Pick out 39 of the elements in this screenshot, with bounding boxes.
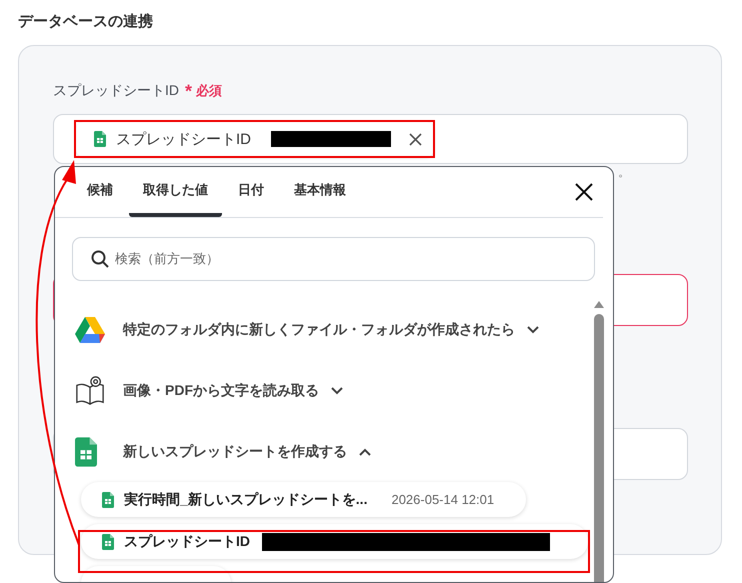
group-title: 新しいスプレッドシートを作成する (123, 442, 347, 460)
required-label: 必須 (196, 82, 222, 100)
tab[interactable]: 基本情報 (280, 167, 360, 217)
group-header[interactable]: 特定のフォルダ内に新しくファイル・フォルダが作成されたら (55, 299, 593, 360)
close-icon[interactable] (409, 132, 422, 146)
scroll-up-icon[interactable] (594, 301, 604, 308)
chevron-up-icon[interactable] (359, 448, 371, 456)
group-header[interactable]: 画像・PDFから文字を読み取る (55, 360, 593, 421)
required-mark: * (184, 84, 192, 98)
spreadsheet-icon (75, 436, 97, 466)
helper-text: 。 (618, 164, 630, 181)
close-icon[interactable] (575, 183, 593, 201)
result-item[interactable]: スプレッドシートID (81, 524, 588, 559)
group-header[interactable]: 新しいスプレッドシートを作成する (55, 421, 593, 482)
search-placeholder: 検索（前方一致） (115, 250, 219, 268)
chevron-down-icon[interactable] (527, 326, 539, 334)
scrollbar-thumb[interactable] (594, 314, 604, 582)
section-title: データベースの連携 (18, 12, 154, 32)
tab[interactable]: 候補 (73, 167, 127, 217)
chevron-down-icon[interactable] (331, 386, 343, 394)
item-label: 実行時間_新しいスプレッドシートを... (124, 490, 368, 508)
triangle-logo-icon (75, 316, 105, 342)
spreadsheet-icon (102, 534, 114, 550)
field-label: スプレッドシートID (53, 82, 179, 100)
tab[interactable]: 日付 (224, 167, 278, 217)
tab[interactable]: 取得した値 (129, 167, 222, 217)
search-field[interactable]: 検索（前方一致） (72, 237, 595, 281)
spreadsheet-icon (102, 492, 114, 508)
book-eye-icon (75, 376, 105, 406)
item-label: スプレッドシートID (124, 532, 250, 550)
item-time: 2026-05-14 12:01 (391, 492, 494, 507)
spreadsheet-id-field[interactable]: スプレッドシートID (53, 114, 688, 164)
search-icon (91, 250, 109, 268)
group-title: 特定のフォルダ内に新しくファイル・フォルダが作成されたら (123, 320, 515, 338)
group-title: 画像・PDFから文字を読み取る (123, 382, 319, 400)
token-label: スプレッドシートID (116, 130, 251, 148)
spreadsheet-icon (94, 131, 106, 147)
result-item[interactable]: 実行時間_新しいスプレッドシートを... 2026-05-14 12:01 (81, 482, 526, 517)
value-token[interactable]: スプレッドシートID (76, 122, 434, 156)
